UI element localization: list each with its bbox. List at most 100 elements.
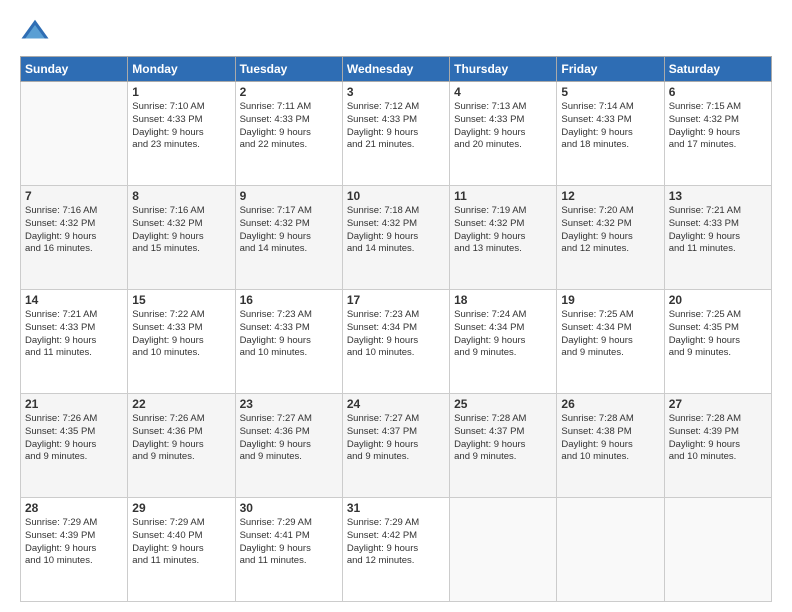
day-number: 29 [132, 501, 230, 515]
calendar-cell [664, 498, 771, 602]
weekday-header: Monday [128, 57, 235, 82]
calendar-cell: 28 Sunrise: 7:29 AM Sunset: 4:39 PM Dayli… [21, 498, 128, 602]
calendar-cell: 11 Sunrise: 7:19 AM Sunset: 4:32 PM Dayli… [450, 186, 557, 290]
day-number: 13 [669, 189, 767, 203]
calendar-cell: 24Sunrise: 7:27 AM Sunset: 4:37 PM Dayli… [342, 394, 449, 498]
calendar-cell: 2 Sunrise: 7:11 AM Sunset: 4:33 PM Daylig… [235, 82, 342, 186]
day-number: 14 [25, 293, 123, 307]
day-number: 1 [132, 85, 230, 99]
day-number: 18 [454, 293, 552, 307]
calendar-cell: 22 Sunrise: 7:26 AM Sunset: 4:36 PM Dayli… [128, 394, 235, 498]
day-number: 2 [240, 85, 338, 99]
calendar-cell: 13 Sunrise: 7:21 AM Sunset: 4:33 PM Dayli… [664, 186, 771, 290]
day-number: 5 [561, 85, 659, 99]
day-number: 30 [240, 501, 338, 515]
day-number: 23 [240, 397, 338, 411]
calendar-cell: 10 Sunrise: 7:18 AM Sunset: 4:32 PM Dayli… [342, 186, 449, 290]
logo [20, 16, 52, 46]
calendar-cell: 15 Sunrise: 7:22 AM Sunset: 4:33 PM Dayli… [128, 290, 235, 394]
day-info: Sunrise: 7:14 AM Sunset: 4:33 PM Dayligh… [561, 101, 659, 152]
day-info: Sunrise: 7:28 AM Sunset: 4:38 PM Dayligh… [561, 413, 659, 464]
day-info: Sunrise: 7:23 AM Sunset: 4:33 PM Dayligh… [240, 309, 338, 360]
day-number: 22 [132, 397, 230, 411]
calendar-cell: 5 Sunrise: 7:14 AM Sunset: 4:33 PM Daylig… [557, 82, 664, 186]
calendar-cell: 23 Sunrise: 7:27 AM Sunset: 4:36 PM Dayli… [235, 394, 342, 498]
calendar-cell [21, 82, 128, 186]
calendar: SundayMondayTuesdayWednesdayThursdayFrid… [20, 56, 772, 602]
calendar-cell: 31 Sunrise: 7:29 AM Sunset: 4:42 PM Dayli… [342, 498, 449, 602]
calendar-cell: 19Sunrise: 7:25 AM Sunset: 4:34 PM Dayli… [557, 290, 664, 394]
day-info: Sunrise: 7:26 AM Sunset: 4:35 PM Dayligh… [25, 413, 123, 464]
day-number: 9 [240, 189, 338, 203]
day-info: Sunrise: 7:22 AM Sunset: 4:33 PM Dayligh… [132, 309, 230, 360]
day-info: Sunrise: 7:17 AM Sunset: 4:32 PM Dayligh… [240, 205, 338, 256]
calendar-cell: 9 Sunrise: 7:17 AM Sunset: 4:32 PM Daylig… [235, 186, 342, 290]
day-info: Sunrise: 7:21 AM Sunset: 4:33 PM Dayligh… [669, 205, 767, 256]
day-number: 24 [347, 397, 445, 411]
calendar-cell: 1 Sunrise: 7:10 AM Sunset: 4:33 PM Daylig… [128, 82, 235, 186]
day-number: 28 [25, 501, 123, 515]
calendar-cell: 3Sunrise: 7:12 AM Sunset: 4:33 PM Daylig… [342, 82, 449, 186]
day-info: Sunrise: 7:10 AM Sunset: 4:33 PM Dayligh… [132, 101, 230, 152]
calendar-cell: 29 Sunrise: 7:29 AM Sunset: 4:40 PM Dayli… [128, 498, 235, 602]
day-info: Sunrise: 7:29 AM Sunset: 4:41 PM Dayligh… [240, 517, 338, 568]
calendar-cell [450, 498, 557, 602]
weekday-header: Saturday [664, 57, 771, 82]
day-info: Sunrise: 7:28 AM Sunset: 4:37 PM Dayligh… [454, 413, 552, 464]
calendar-cell: 4 Sunrise: 7:13 AM Sunset: 4:33 PM Daylig… [450, 82, 557, 186]
day-info: Sunrise: 7:24 AM Sunset: 4:34 PM Dayligh… [454, 309, 552, 360]
day-number: 4 [454, 85, 552, 99]
day-number: 31 [347, 501, 445, 515]
day-info: Sunrise: 7:27 AM Sunset: 4:36 PM Dayligh… [240, 413, 338, 464]
calendar-cell: 12 Sunrise: 7:20 AM Sunset: 4:32 PM Dayli… [557, 186, 664, 290]
day-number: 8 [132, 189, 230, 203]
calendar-cell: 25 Sunrise: 7:28 AM Sunset: 4:37 PM Dayli… [450, 394, 557, 498]
day-info: Sunrise: 7:21 AM Sunset: 4:33 PM Dayligh… [25, 309, 123, 360]
day-number: 11 [454, 189, 552, 203]
day-info: Sunrise: 7:19 AM Sunset: 4:32 PM Dayligh… [454, 205, 552, 256]
weekday-header: Wednesday [342, 57, 449, 82]
day-info: Sunrise: 7:20 AM Sunset: 4:32 PM Dayligh… [561, 205, 659, 256]
calendar-cell: 27Sunrise: 7:28 AM Sunset: 4:39 PM Dayli… [664, 394, 771, 498]
day-number: 15 [132, 293, 230, 307]
day-info: Sunrise: 7:26 AM Sunset: 4:36 PM Dayligh… [132, 413, 230, 464]
day-number: 26 [561, 397, 659, 411]
day-info: Sunrise: 7:23 AM Sunset: 4:34 PM Dayligh… [347, 309, 445, 360]
day-number: 10 [347, 189, 445, 203]
weekday-header: Friday [557, 57, 664, 82]
day-number: 7 [25, 189, 123, 203]
page-header [20, 16, 772, 46]
weekday-header: Sunday [21, 57, 128, 82]
weekday-header: Tuesday [235, 57, 342, 82]
weekday-header: Thursday [450, 57, 557, 82]
day-number: 20 [669, 293, 767, 307]
calendar-cell: 6 Sunrise: 7:15 AM Sunset: 4:32 PM Daylig… [664, 82, 771, 186]
day-info: Sunrise: 7:25 AM Sunset: 4:35 PM Dayligh… [669, 309, 767, 360]
day-number: 21 [25, 397, 123, 411]
calendar-cell: 18 Sunrise: 7:24 AM Sunset: 4:34 PM Dayli… [450, 290, 557, 394]
day-number: 12 [561, 189, 659, 203]
calendar-cell: 16 Sunrise: 7:23 AM Sunset: 4:33 PM Dayli… [235, 290, 342, 394]
day-number: 6 [669, 85, 767, 99]
day-info: Sunrise: 7:11 AM Sunset: 4:33 PM Dayligh… [240, 101, 338, 152]
day-number: 3 [347, 85, 445, 99]
day-info: Sunrise: 7:18 AM Sunset: 4:32 PM Dayligh… [347, 205, 445, 256]
day-info: Sunrise: 7:29 AM Sunset: 4:42 PM Dayligh… [347, 517, 445, 568]
day-number: 27 [669, 397, 767, 411]
calendar-cell [557, 498, 664, 602]
day-number: 17 [347, 293, 445, 307]
day-number: 25 [454, 397, 552, 411]
day-info: Sunrise: 7:15 AM Sunset: 4:32 PM Dayligh… [669, 101, 767, 152]
day-number: 16 [240, 293, 338, 307]
calendar-cell: 7 Sunrise: 7:16 AM Sunset: 4:32 PM Daylig… [21, 186, 128, 290]
calendar-cell: 20 Sunrise: 7:25 AM Sunset: 4:35 PM Dayli… [664, 290, 771, 394]
calendar-cell: 8Sunrise: 7:16 AM Sunset: 4:32 PM Daylig… [128, 186, 235, 290]
calendar-cell: 30 Sunrise: 7:29 AM Sunset: 4:41 PM Dayli… [235, 498, 342, 602]
day-info: Sunrise: 7:16 AM Sunset: 4:32 PM Dayligh… [25, 205, 123, 256]
calendar-cell: 26 Sunrise: 7:28 AM Sunset: 4:38 PM Dayli… [557, 394, 664, 498]
day-info: Sunrise: 7:29 AM Sunset: 4:40 PM Dayligh… [132, 517, 230, 568]
day-number: 19 [561, 293, 659, 307]
day-info: Sunrise: 7:29 AM Sunset: 4:39 PM Dayligh… [25, 517, 123, 568]
day-info: Sunrise: 7:13 AM Sunset: 4:33 PM Dayligh… [454, 101, 552, 152]
calendar-cell: 17 Sunrise: 7:23 AM Sunset: 4:34 PM Dayli… [342, 290, 449, 394]
